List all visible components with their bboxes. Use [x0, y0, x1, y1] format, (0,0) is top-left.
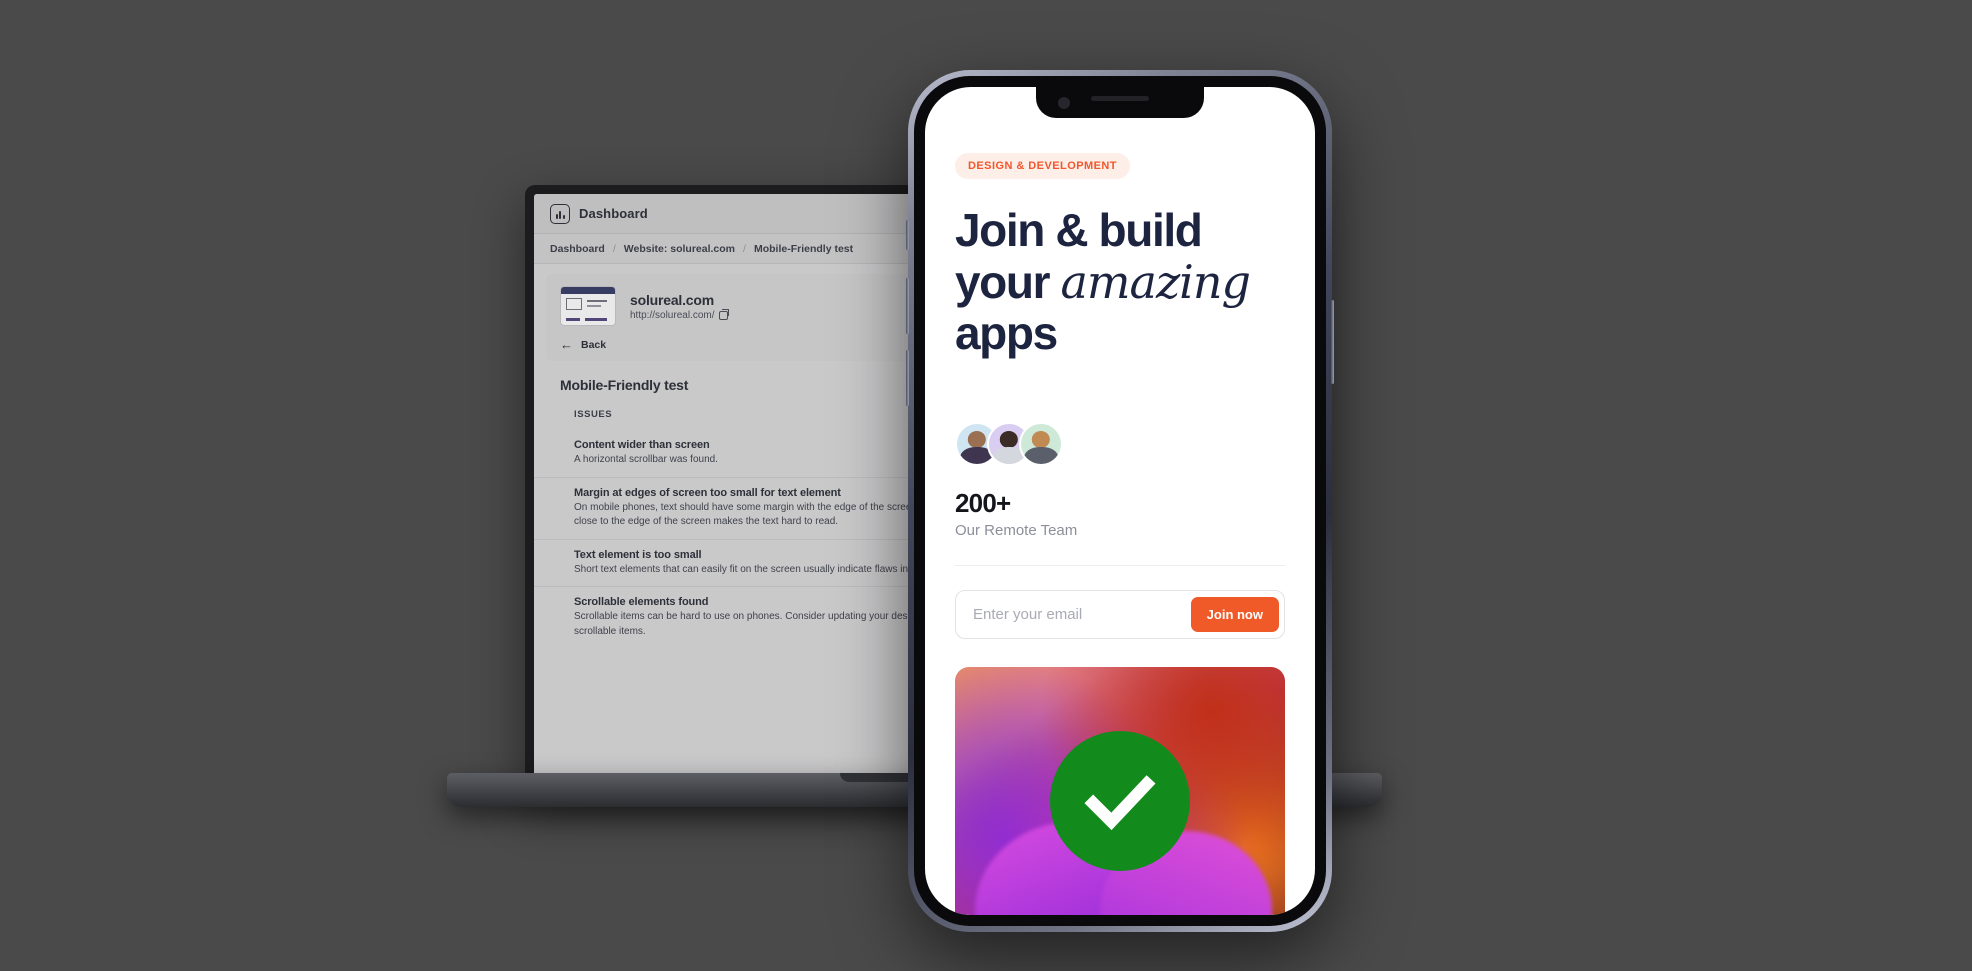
phone-bezel: DESIGN & DEVELOPMENT Join & build your a…: [914, 76, 1326, 926]
hero-heading-emphasis: amazing: [1060, 254, 1250, 309]
breadcrumb-item-test: Mobile-Friendly test: [753, 242, 854, 255]
breadcrumb-item-website[interactable]: Website: solureal.com: [624, 243, 735, 255]
email-input[interactable]: [961, 595, 1191, 633]
hero-heading-line2-plain: your: [955, 255, 1061, 308]
category-badge: DESIGN & DEVELOPMENT: [955, 153, 1130, 179]
landing-page: DESIGN & DEVELOPMENT Join & build your a…: [925, 87, 1315, 915]
external-link-icon: [719, 308, 730, 320]
hero-media: [955, 666, 1285, 915]
phone-notch: [1036, 87, 1204, 118]
app-brand-label: Dashboard: [579, 206, 648, 221]
avatar: [1019, 421, 1063, 466]
join-now-button[interactable]: Join now: [1190, 596, 1279, 632]
site-meta: solureal.com http://solureal.com/: [630, 291, 730, 321]
phone-device: DESIGN & DEVELOPMENT Join & build your a…: [906, 70, 1334, 932]
arrow-left-icon: ←: [560, 337, 573, 352]
breadcrumb-item-dashboard[interactable]: Dashboard: [550, 243, 605, 255]
breadcrumb-separator: /: [743, 242, 746, 255]
app-brand: Dashboard: [550, 203, 648, 224]
hero-heading-line1: Join & build: [955, 204, 1203, 256]
front-camera-icon: [1058, 97, 1070, 109]
phone-volume-down-button[interactable]: [906, 350, 909, 406]
hero-heading: Join & build your amazing apps: [955, 204, 1285, 360]
website-thumbnail: [560, 286, 616, 326]
phone-mute-switch[interactable]: [906, 220, 909, 250]
check-icon: [1084, 774, 1156, 830]
landing-hero: DESIGN & DEVELOPMENT Join & build your a…: [925, 87, 1315, 566]
phone-power-button[interactable]: [1331, 300, 1334, 384]
team-avatars: [955, 421, 1285, 466]
hero-heading-line3: apps: [955, 307, 1058, 360]
mockup-stage: Dashboard @solureal.com Dashboard / Webs…: [0, 0, 1972, 971]
earpiece-speaker: [1091, 96, 1149, 101]
back-label: Back: [581, 338, 607, 351]
site-name: solureal.com: [630, 291, 714, 308]
site-url: http://solureal.com/: [630, 309, 715, 321]
signup-form-wrap: Join now: [925, 566, 1315, 639]
site-url-row[interactable]: http://solureal.com/: [630, 308, 730, 321]
signup-form: Join now: [955, 589, 1285, 639]
success-check-badge: [1050, 730, 1190, 871]
bar-chart-icon: [550, 203, 570, 224]
phone-volume-up-button[interactable]: [906, 278, 909, 334]
breadcrumb-separator: /: [612, 242, 616, 255]
team-count: 200+: [955, 487, 1011, 518]
team-count-label: Our Remote Team: [955, 521, 1078, 539]
phone-screen: DESIGN & DEVELOPMENT Join & build your a…: [925, 87, 1315, 915]
